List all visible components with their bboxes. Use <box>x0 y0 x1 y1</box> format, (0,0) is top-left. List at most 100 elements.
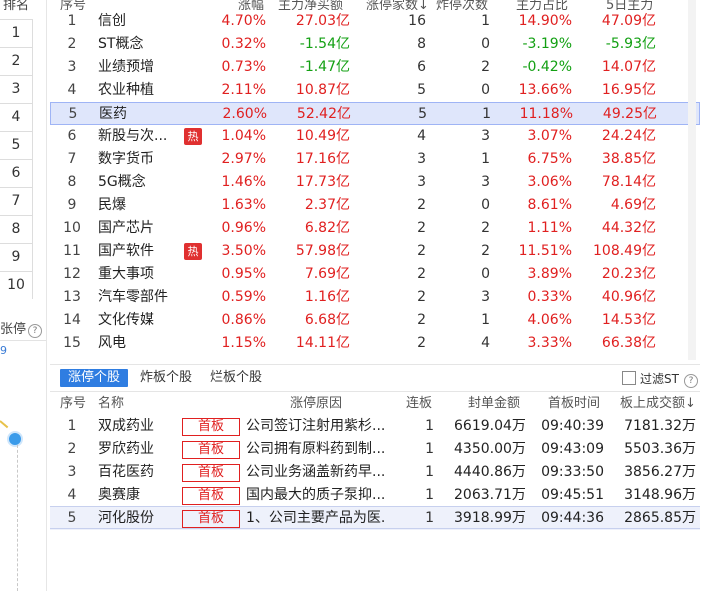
help-icon[interactable]: ? <box>684 374 698 388</box>
sector-name[interactable]: 农业种植 <box>98 79 154 102</box>
board-turnover: 2865.85万 <box>624 510 696 526</box>
rank-cell[interactable]: 7 <box>0 187 33 215</box>
sector-name[interactable]: 汽车零部件 <box>98 286 168 309</box>
rank-cell[interactable]: 2 <box>0 47 33 75</box>
consecutive-boards: 1 <box>425 441 434 457</box>
tab-3[interactable]: 烂板个股 <box>202 369 270 387</box>
sector-row[interactable]: 2 ST概念 0.32% -1.54亿 8 0 -3.19% -5.93亿 <box>50 33 700 56</box>
sector-name[interactable]: 新股与次... <box>98 125 167 148</box>
stock-row[interactable]: 3 百花医药 首板 公司业务涵盖新药早... 1 4440.86万 09:33:50 3856… <box>50 461 700 484</box>
stock-name[interactable]: 百花医药 <box>98 461 154 484</box>
stock-name[interactable]: 罗欣药业 <box>98 438 154 461</box>
limit-up-reason[interactable]: 公司业务涵盖新药早... <box>246 461 386 484</box>
header-time[interactable]: 首板时间 <box>548 394 600 414</box>
consecutive-boards: 1 <box>425 510 434 526</box>
stock-row[interactable]: 5 河化股份 首板 1、公司主要产品为医... 1 3918.99万 09:44:36 286… <box>50 507 700 530</box>
sector-name[interactable]: 5G概念 <box>98 171 146 194</box>
stock-index: 1 <box>67 418 77 434</box>
main-net-buy: 57.98亿 <box>295 243 350 259</box>
tab-2[interactable]: 炸板个股 <box>132 369 200 387</box>
sector-row[interactable]: 1 信创 4.70% 27.03亿 16 1 14.90% 47.09亿 <box>50 10 700 33</box>
header-idx[interactable]: 序号 <box>60 0 86 10</box>
help-icon[interactable]: ? <box>28 324 43 338</box>
stock-name[interactable]: 河化股份 <box>98 507 154 530</box>
sector-row[interactable]: 3 业绩预增 0.73% -1.47亿 6 2 -0.42% 14.07亿 <box>50 56 700 79</box>
zt-label: 张停? <box>0 318 43 338</box>
sector-row[interactable]: 12 重大事项 0.95% 7.69亿 2 0 3.89% 20.23亿 <box>50 263 700 286</box>
header-idx[interactable]: 序号 <box>60 394 86 414</box>
header-reason[interactable]: 涨停原因 <box>290 394 342 414</box>
limit-up-reason[interactable]: 公司签订注射用紫杉... <box>246 415 386 438</box>
sector-index: 2 <box>67 36 77 52</box>
sector-row[interactable]: 11 国产软件 热 3.50% 57.98亿 2 2 11.51% 108.49亿 <box>50 240 700 263</box>
limit-up-reason[interactable]: 1、公司主要产品为医... <box>246 507 386 530</box>
sector-name[interactable]: 文化传媒 <box>98 309 154 332</box>
stock-name[interactable]: 奥赛康 <box>98 484 140 507</box>
sector-row[interactable]: 6 新股与次... 热 1.04% 10.49亿 4 3 3.07% 24.24亿 <box>50 125 700 148</box>
sector-row[interactable]: 14 文化传媒 0.86% 6.68亿 2 1 4.06% 14.53亿 <box>50 309 700 332</box>
header-zb2[interactable]: 主力占比 <box>516 0 568 10</box>
sector-name[interactable]: 医药 <box>99 103 127 126</box>
header-fd[interactable]: 封单金额 <box>468 394 520 414</box>
five-day-main: 49.25亿 <box>602 106 657 122</box>
filter-st[interactable]: 过滤ST? <box>622 370 698 388</box>
header-cj[interactable]: 板上成交额↓ <box>620 394 696 414</box>
sector-row[interactable]: 10 国产芯片 0.96% 6.82亿 2 2 1.11% 44.32亿 <box>50 217 700 240</box>
five-day-main: 24.24亿 <box>601 128 656 144</box>
five-day-main: 44.32亿 <box>601 220 656 236</box>
sector-row[interactable]: 15 风电 1.15% 14.11亿 2 4 3.33% 66.38亿 <box>50 332 700 355</box>
limit-up-reason[interactable]: 国内最大的质子泵抑... <box>246 484 386 507</box>
sector-row[interactable]: 5 医药 2.60% 52.42亿 5 1 11.18% 49.25亿 <box>50 102 700 125</box>
sector-row[interactable]: 8 5G概念 1.46% 17.73亿 3 3 3.06% 78.14亿 <box>50 171 700 194</box>
break-count: 1 <box>481 151 490 167</box>
limit-up-reason[interactable]: 公司拥有原料药到制... <box>246 438 386 461</box>
stock-row[interactable]: 1 双成药业 首板 公司签订注射用紫杉... 1 6619.04万 09:40:39 7181… <box>50 415 700 438</box>
change-percent: 1.15% <box>221 335 266 351</box>
header-zb[interactable]: 炸停次数 <box>436 0 488 10</box>
sector-row[interactable]: 9 民爆 1.63% 2.37亿 2 0 8.61% 4.69亿 <box>50 194 700 217</box>
board-badge: 首板 <box>182 464 240 482</box>
stock-row[interactable]: 4 奥赛康 首板 国内最大的质子泵抑... 1 2063.71万 09:45:51 3148.… <box>50 484 700 507</box>
sector-row[interactable]: 13 汽车零部件 0.59% 1.16亿 2 3 0.33% 40.96亿 <box>50 286 700 309</box>
sector-name[interactable]: ST概念 <box>98 33 143 56</box>
sector-name[interactable]: 业绩预增 <box>98 56 154 79</box>
rank-cell[interactable]: 10 <box>0 271 33 299</box>
sector-name[interactable]: 民爆 <box>98 194 126 217</box>
stock-index: 5 <box>67 510 77 526</box>
rank-cell[interactable]: 4 <box>0 103 33 131</box>
header-name[interactable]: 名称 <box>98 394 124 414</box>
main-ratio: 13.66% <box>518 82 572 98</box>
header-lb[interactable]: 连板 <box>406 394 432 414</box>
rank-cell[interactable]: 6 <box>0 159 33 187</box>
stock-name[interactable]: 双成药业 <box>98 415 154 438</box>
header-zf[interactable]: 涨幅 <box>238 0 264 10</box>
chart-point-marker[interactable] <box>7 431 23 447</box>
break-count: 1 <box>481 13 490 29</box>
rank-cell[interactable]: 1 <box>0 19 33 47</box>
sector-table-scrollbar[interactable] <box>688 0 696 360</box>
sector-name[interactable]: 信创 <box>98 10 126 33</box>
rank-cell[interactable]: 3 <box>0 75 33 103</box>
tab-1[interactable]: 涨停个股 <box>60 369 129 387</box>
stock-row[interactable]: 2 罗欣药业 首板 公司拥有原料药到制... 1 4350.00万 09:43:09 5503… <box>50 438 700 461</box>
break-count: 0 <box>481 266 490 282</box>
header-5d[interactable]: 5日主力 <box>606 0 653 10</box>
header-zl[interactable]: 主力净买额 <box>278 0 343 10</box>
header-zt[interactable]: 涨停家数↓ <box>366 0 429 10</box>
sector-name[interactable]: 数字货币 <box>98 148 154 171</box>
main-ratio: -3.19% <box>522 36 572 52</box>
sector-index: 15 <box>63 335 81 351</box>
sector-name[interactable]: 国产软件 <box>98 240 154 263</box>
rank-cell[interactable]: 9 <box>0 243 33 271</box>
rank-cell[interactable]: 8 <box>0 215 33 243</box>
change-percent: 0.86% <box>221 312 266 328</box>
sector-row[interactable]: 7 数字货币 2.97% 17.16亿 3 1 6.75% 38.85亿 <box>50 148 700 171</box>
sector-name[interactable]: 国产芯片 <box>98 217 154 240</box>
seal-amount: 4440.86万 <box>454 464 526 480</box>
rank-cell[interactable]: 5 <box>0 131 33 159</box>
sector-name[interactable]: 风电 <box>98 332 126 355</box>
filter-st-checkbox[interactable] <box>622 371 637 385</box>
sector-row[interactable]: 4 农业种植 2.11% 10.87亿 5 0 13.66% 16.95亿 <box>50 79 700 102</box>
five-day-main: 47.09亿 <box>601 13 656 29</box>
sector-name[interactable]: 重大事项 <box>98 263 154 286</box>
